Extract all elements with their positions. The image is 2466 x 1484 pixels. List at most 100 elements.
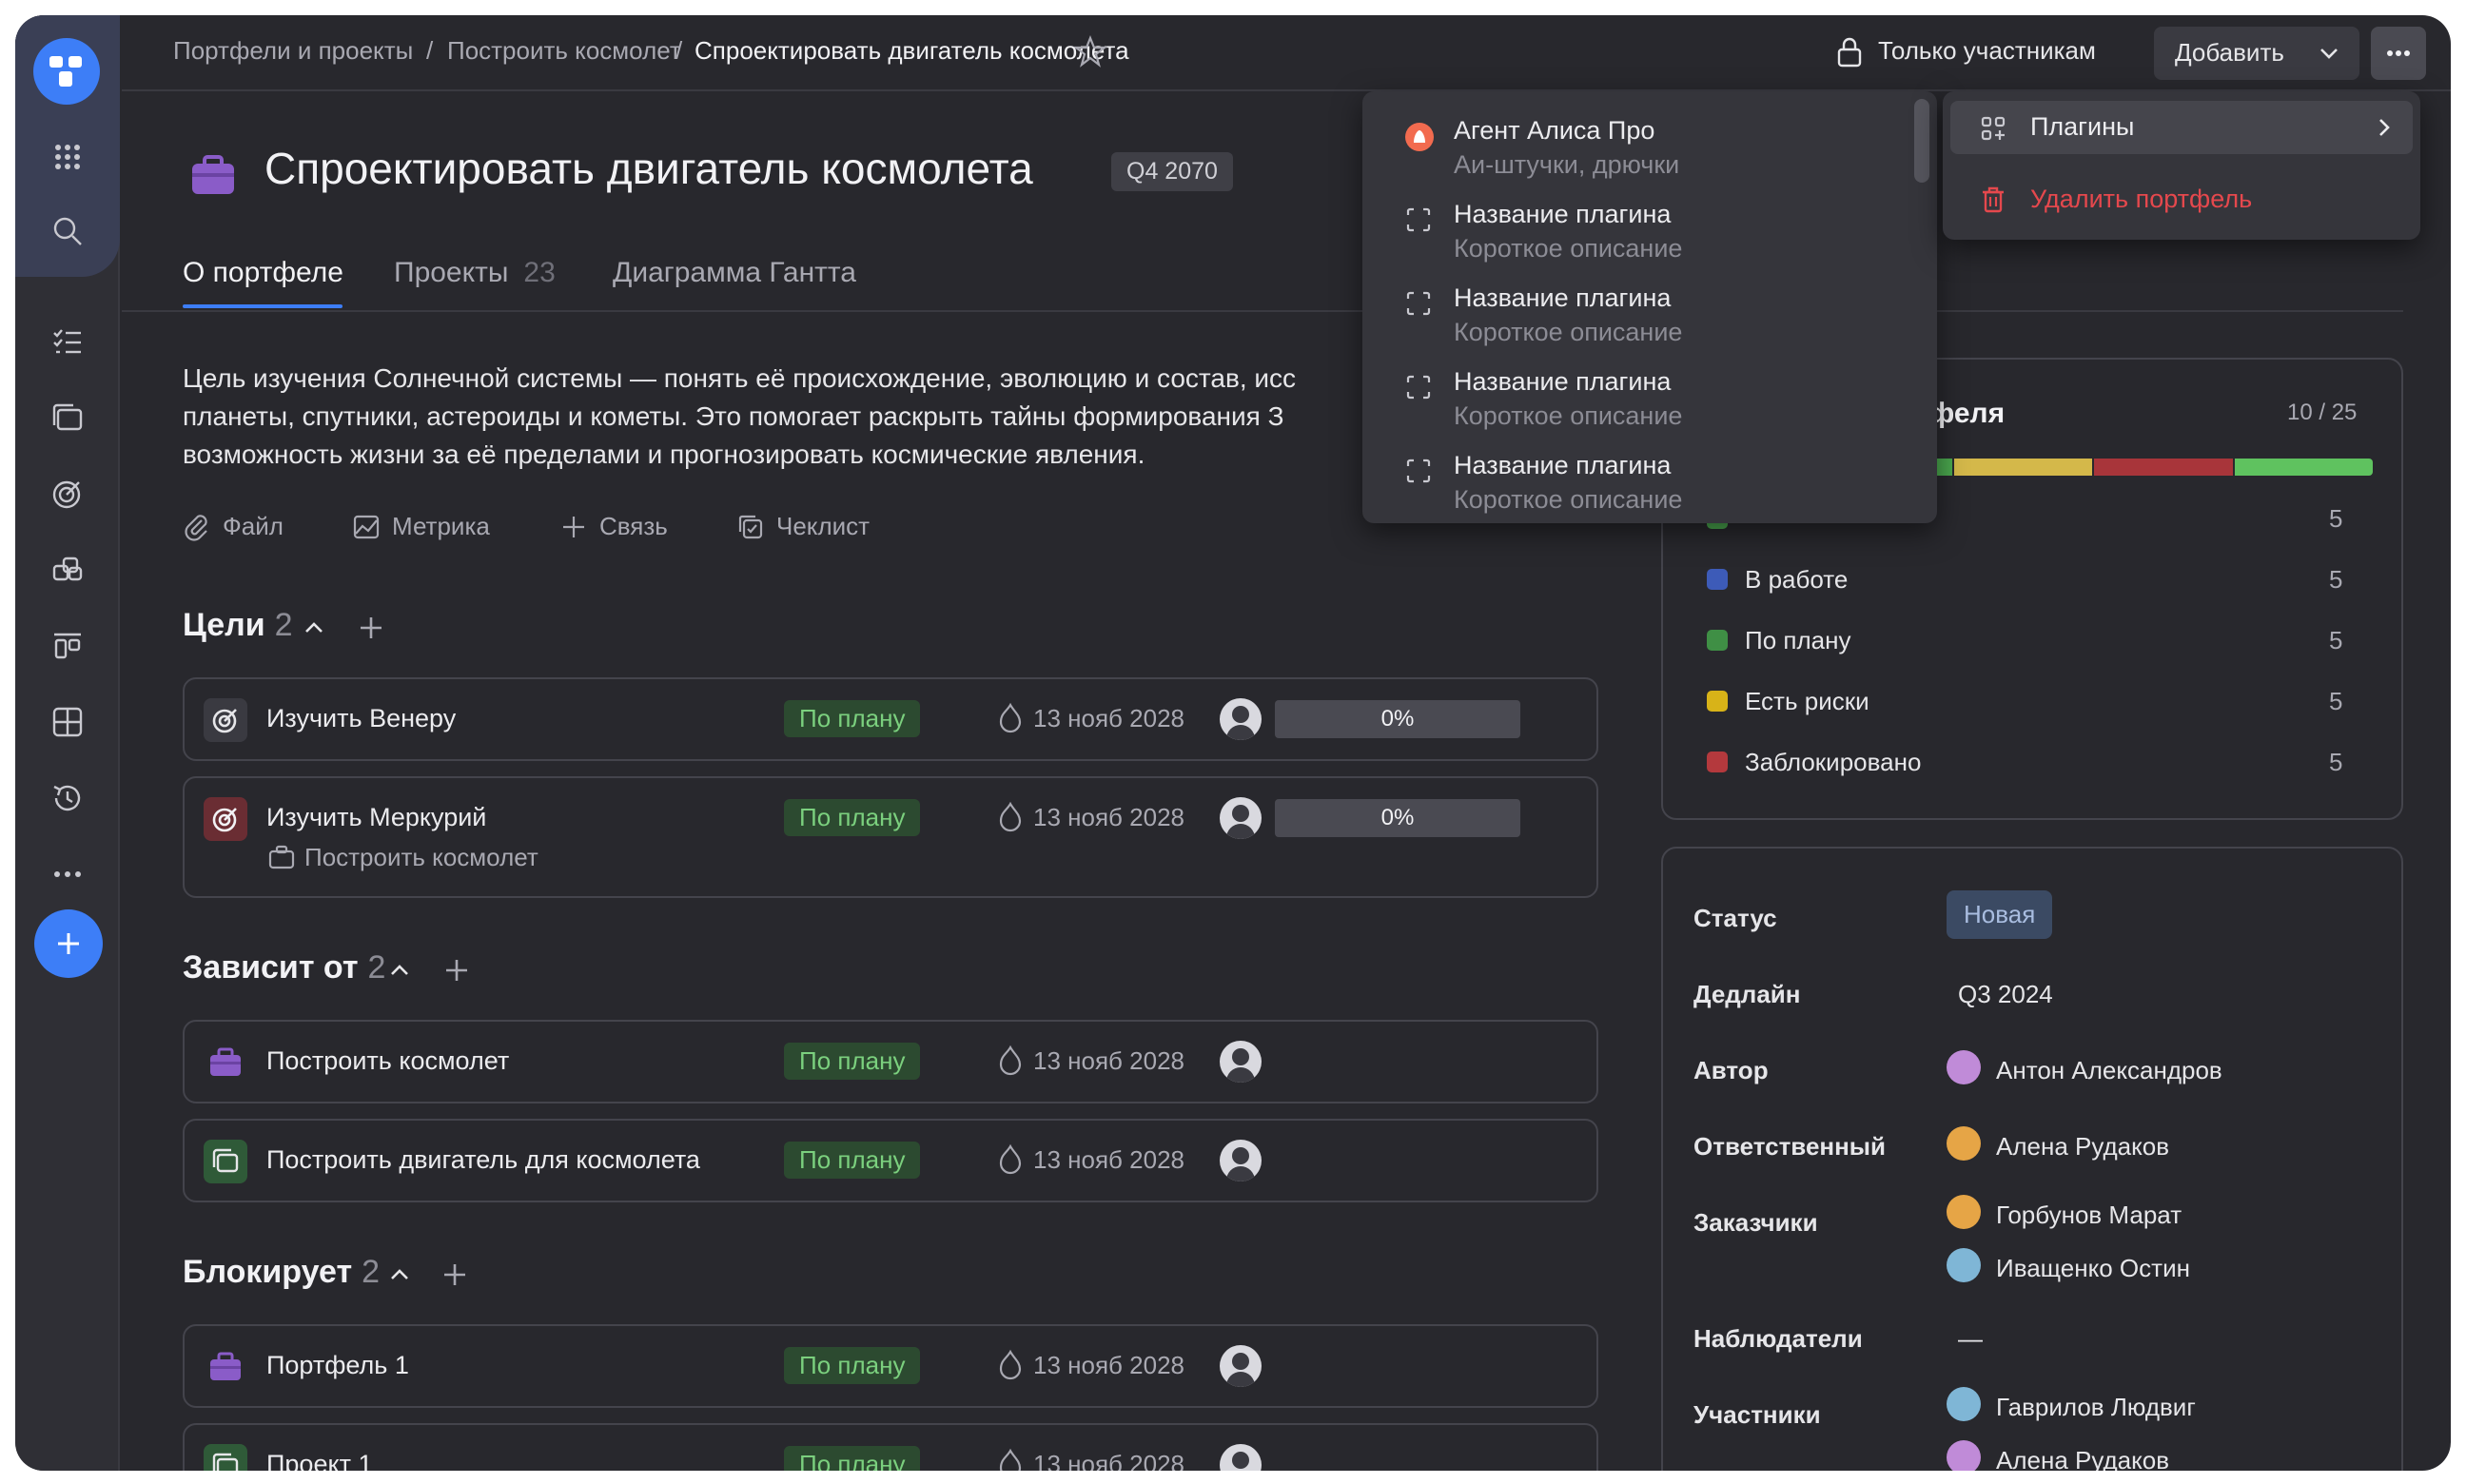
- status-label[interactable]: По плану: [1745, 626, 1850, 655]
- status-label[interactable]: Заблокировано: [1745, 748, 1921, 777]
- tab-projects-count: 23: [523, 257, 556, 288]
- description-line: планеты, спутники, астероиды и кометы. Э…: [183, 401, 1284, 431]
- plugin-icon: [1404, 373, 1433, 401]
- customer-value[interactable]: Иващенко Остин: [1996, 1254, 2190, 1283]
- avatar[interactable]: [1220, 1140, 1262, 1181]
- deadline-date[interactable]: 13 нояб 2028: [1033, 704, 1184, 733]
- plugin-title[interactable]: Название плагина: [1454, 200, 1671, 229]
- avatar: [1947, 1387, 1981, 1421]
- more-icon[interactable]: [44, 850, 91, 898]
- access-label[interactable]: Только участникам: [1878, 36, 2096, 66]
- apps-grid-icon[interactable]: [44, 133, 91, 181]
- projects-icon[interactable]: [44, 394, 91, 441]
- avatar[interactable]: [1220, 1041, 1262, 1083]
- goal-title: Изучить Венеру: [266, 704, 457, 732]
- status-count: 5: [2329, 565, 2343, 594]
- member-value[interactable]: Гаврилов Людвиг: [1996, 1393, 2196, 1422]
- attach-file-button[interactable]: Файл: [183, 512, 284, 541]
- status-value-badge[interactable]: Новая: [1947, 890, 2053, 939]
- avatar[interactable]: [1220, 797, 1262, 839]
- status-badge[interactable]: По плану: [784, 1043, 921, 1080]
- tab-gantt[interactable]: Диаграмма Гантта: [613, 257, 856, 289]
- more-options-button[interactable]: [2371, 27, 2426, 80]
- chevron-up-icon[interactable]: [301, 615, 327, 646]
- add-button[interactable]: Добавить: [2154, 27, 2359, 80]
- search-icon[interactable]: [44, 207, 91, 255]
- tab-about[interactable]: О портфеле: [183, 257, 343, 289]
- status-badge[interactable]: По плану: [784, 1142, 921, 1179]
- owner-value[interactable]: Алена Рудаков: [1996, 1132, 2169, 1162]
- plugin-title[interactable]: Название плагина: [1454, 283, 1671, 313]
- add-metric-button[interactable]: Метрика: [352, 512, 490, 541]
- boards-icon[interactable]: [44, 622, 91, 670]
- add-checklist-button[interactable]: Чеклист: [736, 512, 870, 541]
- sidebar: [15, 15, 120, 1471]
- blocked-row[interactable]: Проект 1 По плану 13 нояб 2028: [183, 1423, 1598, 1471]
- goal-row[interactable]: Изучить Венеру По плану 13 нояб 2028 0%: [183, 677, 1598, 761]
- dependency-row[interactable]: Построить космолет По плану 13 нояб 2028: [183, 1020, 1598, 1103]
- author-value[interactable]: Антон Александров: [1996, 1056, 2222, 1085]
- status-badge[interactable]: По плану: [784, 1446, 921, 1471]
- goal-parent-link[interactable]: Построить космолет: [304, 843, 538, 872]
- goals-icon[interactable]: [44, 470, 91, 517]
- dependency-row[interactable]: Построить двигатель для космолета По пла…: [183, 1119, 1598, 1202]
- status-badge[interactable]: По плану: [784, 799, 921, 836]
- avatar[interactable]: [1220, 1444, 1262, 1471]
- tab-projects[interactable]: Проекты 23: [394, 257, 556, 289]
- customer-value[interactable]: Горбунов Марат: [1996, 1201, 2182, 1230]
- menu-item-delete[interactable]: Удалить портфель: [1950, 173, 2413, 226]
- status-label[interactable]: Есть риски: [1745, 687, 1869, 716]
- dashboards-icon[interactable]: [44, 698, 91, 746]
- status-badge[interactable]: По плану: [784, 700, 921, 737]
- star-icon[interactable]: [1072, 34, 1108, 73]
- goals-section-title[interactable]: Цели 2: [183, 607, 293, 644]
- create-button[interactable]: [34, 909, 103, 978]
- avatar[interactable]: [1220, 1345, 1262, 1387]
- deadline-date[interactable]: 13 нояб 2028: [1033, 1046, 1184, 1076]
- avatar[interactable]: [1220, 698, 1262, 740]
- add-blocked-icon[interactable]: [440, 1259, 470, 1295]
- deadline-date[interactable]: 13 нояб 2028: [1033, 1145, 1184, 1175]
- dropdown-scrollbar[interactable]: [1914, 99, 1929, 183]
- tracker-logo-icon[interactable]: [33, 38, 100, 105]
- add-link-button[interactable]: Связь: [559, 512, 668, 541]
- goal-title: Изучить Меркурий: [266, 803, 487, 831]
- depends-section-title[interactable]: Зависит от 2: [183, 949, 385, 986]
- status-badge[interactable]: По плану: [784, 1347, 921, 1384]
- breadcrumb-project[interactable]: Построить космолет: [447, 36, 681, 66]
- deadline-value[interactable]: Q3 2024: [1958, 980, 2053, 1009]
- breadcrumb-portfolios[interactable]: Портфели и проекты: [173, 36, 413, 66]
- portfolio-description[interactable]: Цель изучения Солнечной системы — понять…: [183, 360, 1362, 483]
- blocked-row[interactable]: Портфель 1 По плану 13 нояб 2028: [183, 1324, 1598, 1408]
- chevron-up-icon[interactable]: [386, 1261, 413, 1293]
- plugin-title[interactable]: Агент Алиса Про: [1454, 116, 1654, 146]
- properties-panel: Статус Новая Дедлайн Q3 2024 Автор Антон…: [1661, 847, 2403, 1471]
- depends-title: Зависит от: [183, 949, 359, 986]
- deadline-date[interactable]: 13 нояб 2028: [1033, 1450, 1184, 1471]
- status-dot: [1707, 691, 1728, 712]
- plugin-title[interactable]: Название плагина: [1454, 451, 1671, 480]
- blocks-section-title[interactable]: Блокирует 2: [183, 1254, 380, 1291]
- menu-item-plugins[interactable]: Плагины: [1950, 101, 2413, 154]
- briefcase-icon: [268, 845, 295, 874]
- goal-row[interactable]: Изучить Меркурий Построить космолет По п…: [183, 776, 1598, 898]
- checklist-label: Чеклист: [776, 512, 871, 540]
- members-key: Участники: [1693, 1400, 1821, 1429]
- member-value[interactable]: Алена Рудаков: [1996, 1446, 2169, 1471]
- app-window: Портфели и проекты / Построить космолет …: [15, 15, 2451, 1471]
- tasks-list-icon[interactable]: [44, 318, 91, 365]
- goals-count: 2: [274, 607, 293, 643]
- add-goal-icon[interactable]: [356, 613, 386, 648]
- breadcrumb-sep: /: [426, 36, 434, 65]
- deadline-date[interactable]: 13 нояб 2028: [1033, 803, 1184, 832]
- goal-icon: [204, 797, 247, 841]
- add-dependency-icon[interactable]: [441, 955, 472, 990]
- deadline-date[interactable]: 13 нояб 2028: [1033, 1351, 1184, 1380]
- watchers-value[interactable]: —: [1958, 1324, 1983, 1354]
- history-icon[interactable]: [44, 774, 91, 822]
- portfolios-icon[interactable]: [44, 546, 91, 594]
- status-label[interactable]: В работе: [1745, 565, 1848, 595]
- chevron-up-icon[interactable]: [386, 957, 413, 988]
- plugin-title[interactable]: Название плагина: [1454, 367, 1671, 397]
- avatar: [1947, 1126, 1981, 1161]
